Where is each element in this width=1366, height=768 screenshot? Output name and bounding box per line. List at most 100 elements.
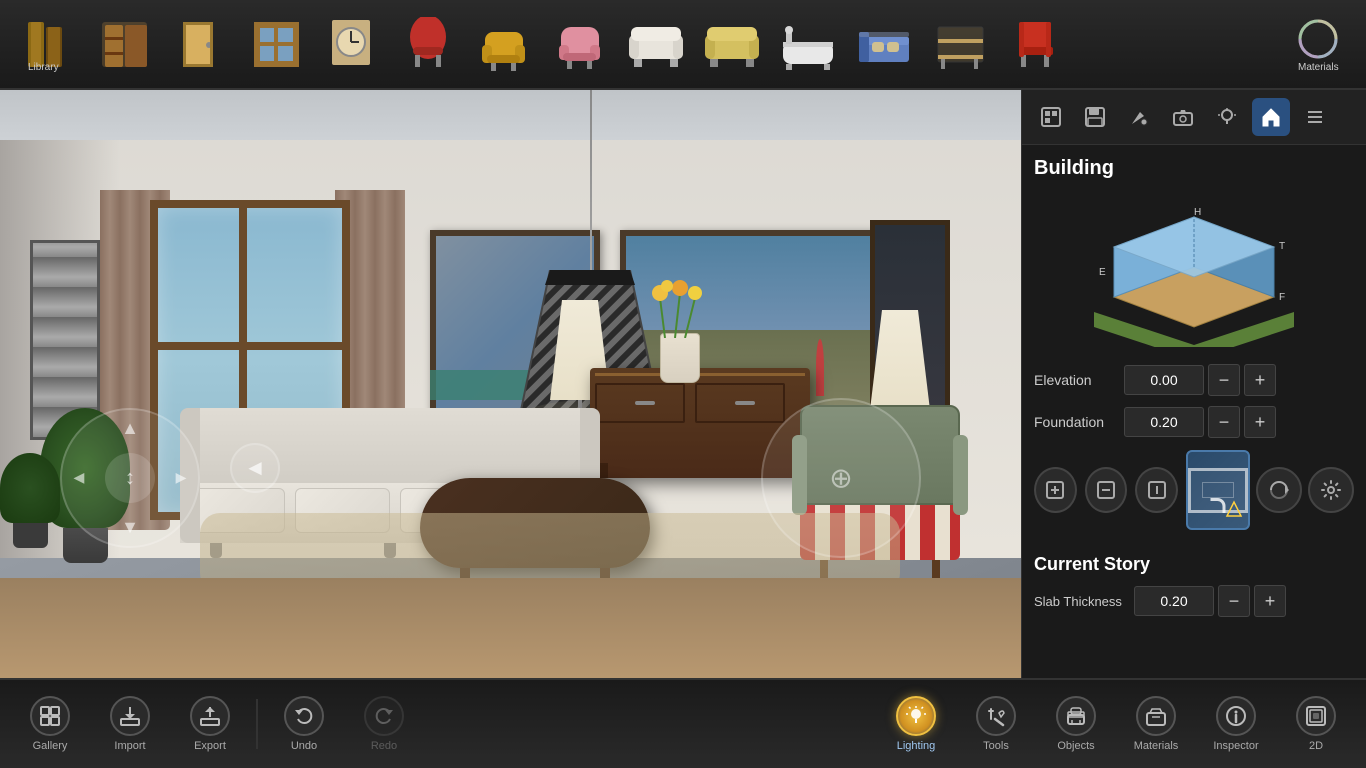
window-icon: [246, 14, 306, 74]
clock-icon: [322, 14, 382, 74]
lighting-label: Lighting: [897, 740, 936, 752]
move-down-button[interactable]: [1135, 467, 1178, 513]
bottom-item-inspector[interactable]: Inspector: [1196, 688, 1276, 760]
import-label: Import: [114, 740, 145, 752]
box-diagram: T F E H: [1034, 192, 1354, 352]
elevation-label: Elevation: [1034, 372, 1124, 388]
redo-label: Redo: [371, 740, 397, 752]
bottom-item-import[interactable]: Import: [90, 688, 170, 760]
undo-icon: [284, 696, 324, 736]
bottom-item-tools[interactable]: Tools: [956, 688, 1036, 760]
foundation-input[interactable]: [1124, 407, 1204, 437]
import-icon: [110, 696, 150, 736]
toolbar-item-chair-red[interactable]: [398, 14, 458, 74]
elevation-decrease-button[interactable]: −: [1208, 364, 1240, 396]
toolbar-item-clock[interactable]: [322, 14, 382, 74]
2d-icon: [1296, 696, 1336, 736]
elevation-row: Elevation − +: [1034, 364, 1354, 396]
room-scene: ↕ ▲ ▼ ◄ ► ◄ ⊕: [0, 90, 1021, 678]
slab-thickness-input[interactable]: [1134, 586, 1214, 616]
svg-text:Library: Library: [28, 62, 59, 72]
bottom-item-redo[interactable]: Redo: [344, 688, 424, 760]
chair-red-icon: [398, 14, 458, 74]
bottom-item-export[interactable]: Export: [170, 688, 250, 760]
toolbar-item-shelf[interactable]: [930, 14, 990, 74]
toolbar-item-chair-red2[interactable]: [1006, 14, 1066, 74]
blueprint-preview[interactable]: [1186, 450, 1250, 530]
rotate-button[interactable]: [1256, 467, 1302, 513]
toolbar-item-sofa-yellow[interactable]: [702, 14, 762, 74]
redo-icon: [364, 696, 404, 736]
toolbar-item-bathtub[interactable]: [778, 14, 838, 74]
toolbar-item-bed[interactable]: [854, 14, 914, 74]
settings-button[interactable]: [1308, 467, 1354, 513]
panel-tab-paint[interactable]: [1120, 98, 1158, 136]
armchair-yellow-icon: [474, 14, 534, 74]
svg-text:E: E: [1099, 267, 1106, 278]
materials-icon: Materials: [1288, 14, 1348, 74]
panel-tab-list[interactable]: [1296, 98, 1334, 136]
panel-tab-save[interactable]: [1076, 98, 1114, 136]
undo-label: Undo: [291, 740, 317, 752]
building-title: Building: [1034, 157, 1354, 180]
gallery-icon: [30, 696, 70, 736]
chair-pink-icon: [550, 14, 610, 74]
materials-bottom-label: Materials: [1134, 740, 1179, 752]
sofa-yellow-icon: [702, 14, 762, 74]
tools-icon: [976, 696, 1016, 736]
bottom-item-2d[interactable]: 2D: [1276, 688, 1356, 760]
floor: [0, 578, 1021, 678]
foundation-increase-button[interactable]: +: [1244, 406, 1276, 438]
bottom-item-objects[interactable]: Objects: [1036, 688, 1116, 760]
sofa-white-icon: [626, 14, 686, 74]
elevation-input[interactable]: [1124, 365, 1204, 395]
door-icon: [170, 14, 230, 74]
toolbar-item-materials[interactable]: Materials: [1288, 14, 1348, 74]
viewport[interactable]: ↕ ▲ ▼ ◄ ► ◄ ⊕: [0, 90, 1021, 678]
current-story-section: Current Story Slab Thickness − +: [1022, 554, 1366, 639]
nav-left-button[interactable]: ◄: [230, 443, 280, 493]
bed-icon: [854, 14, 914, 74]
toolbar-item-window[interactable]: [246, 14, 306, 74]
current-story-title: Current Story: [1034, 554, 1354, 575]
slab-decrease-button[interactable]: −: [1218, 585, 1250, 617]
svg-text:H: H: [1194, 207, 1201, 218]
action-buttons-row: [1034, 450, 1354, 530]
svg-text:Materials: Materials: [1298, 62, 1339, 72]
panel-tab-home[interactable]: [1252, 98, 1290, 136]
add-floor-button[interactable]: [1034, 467, 1077, 513]
export-icon: [190, 696, 230, 736]
bathtub-icon: [778, 14, 838, 74]
bottom-item-lighting[interactable]: Lighting: [876, 688, 956, 760]
toolbar-item-bookshelf[interactable]: [94, 14, 154, 74]
library-icon: Library: [18, 14, 78, 74]
panel-tab-light[interactable]: [1208, 98, 1246, 136]
toolbar-item-armchair-yellow[interactable]: [474, 14, 534, 74]
foundation-decrease-button[interactable]: −: [1208, 406, 1240, 438]
toolbar-divider-1: [256, 699, 258, 749]
panel-tab-camera[interactable]: [1164, 98, 1202, 136]
materials-bottom-icon: [1136, 696, 1176, 736]
toolbar-item-door[interactable]: [170, 14, 230, 74]
bottom-item-gallery[interactable]: Gallery: [10, 688, 90, 760]
panel-tab-select[interactable]: [1032, 98, 1070, 136]
dpad-control[interactable]: ↕ ▲ ▼ ◄ ►: [60, 408, 200, 548]
orbit-control[interactable]: ⊕: [761, 398, 921, 558]
bookshelf-icon: [94, 14, 154, 74]
bottom-item-undo[interactable]: Undo: [264, 688, 344, 760]
move-up-button[interactable]: [1085, 467, 1128, 513]
elevation-increase-button[interactable]: +: [1244, 364, 1276, 396]
inspector-icon: [1216, 696, 1256, 736]
svg-text:T: T: [1279, 241, 1285, 252]
flowers: [645, 278, 715, 343]
blueprint-actions: [1186, 450, 1354, 530]
bottom-toolbar: Gallery Import Export Undo Redo Lighting: [0, 678, 1366, 768]
toolbar-item-library[interactable]: Library: [18, 14, 78, 74]
toolbar-item-sofa-white[interactable]: [626, 14, 686, 74]
toolbar-item-chair-pink[interactable]: [550, 14, 610, 74]
chair-red2-icon: [1006, 14, 1066, 74]
bottom-item-materials[interactable]: Materials: [1116, 688, 1196, 760]
svg-text:F: F: [1279, 292, 1285, 303]
slab-increase-button[interactable]: +: [1254, 585, 1286, 617]
lighting-icon: [896, 696, 936, 736]
